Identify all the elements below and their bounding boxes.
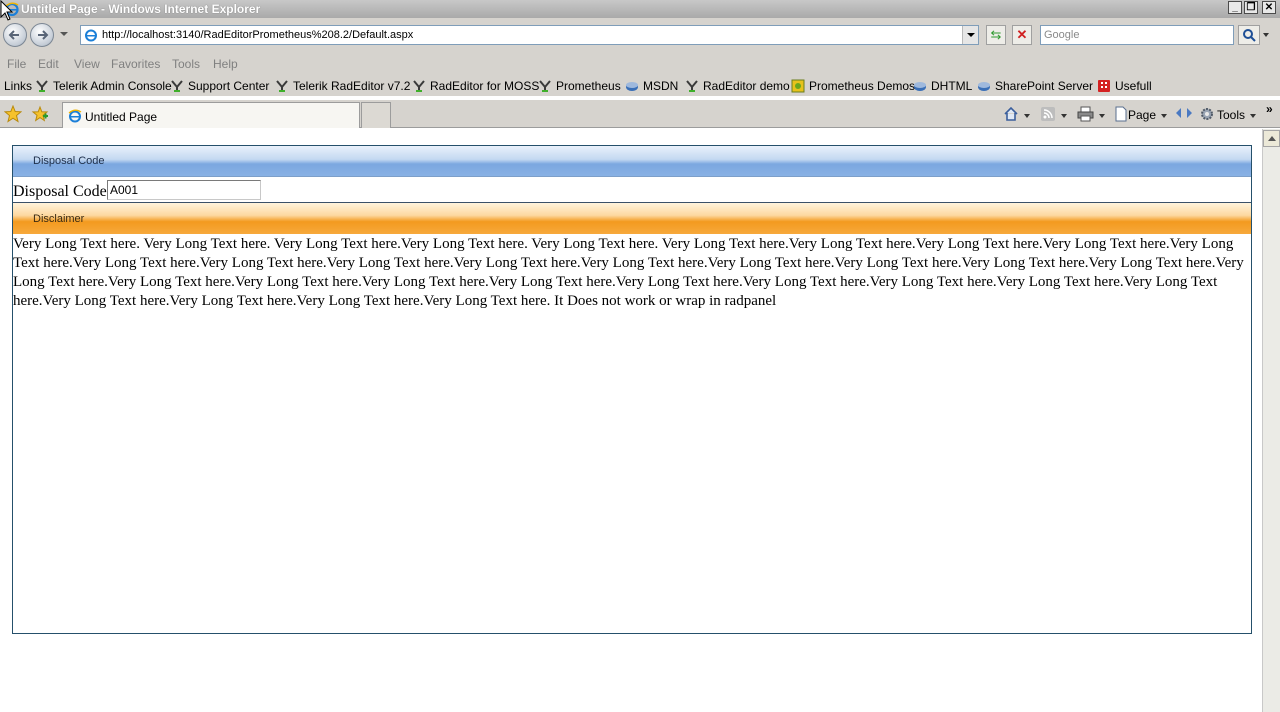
menu-view[interactable]: View — [74, 57, 100, 71]
link-label: Usefull — [1115, 79, 1152, 93]
more-toolbar-chevron-icon[interactable]: » — [1266, 102, 1273, 116]
page-menu-label: Page — [1128, 108, 1157, 122]
add-favorite-icon[interactable] — [31, 105, 49, 123]
link-label: Support Center — [188, 79, 270, 93]
home-icon — [1004, 106, 1018, 121]
link-label: RadEditor demo — [703, 79, 790, 93]
address-dropdown-button[interactable] — [962, 26, 978, 44]
favorites-star-icon[interactable] — [4, 105, 22, 123]
link-radeditor-demo[interactable]: RadEditor demo — [685, 78, 790, 94]
link-msdn[interactable]: MSDN — [625, 78, 678, 94]
panel-header-label: Disposal Code — [33, 155, 105, 167]
back-arrow-icon — [8, 30, 19, 40]
disposal-code-row: Disposal Code — [13, 177, 1251, 202]
search-icon — [1243, 29, 1256, 42]
tools-menu-button[interactable]: Tools — [1199, 106, 1257, 123]
telerik-icon — [36, 80, 48, 92]
scroll-up-button[interactable] — [1263, 130, 1280, 147]
refresh-button[interactable]: ⇆ — [986, 25, 1006, 45]
research-icon — [1176, 108, 1192, 118]
search-button[interactable] — [1238, 25, 1260, 45]
link-sharepoint-server[interactable]: SharePoint Server — [977, 78, 1093, 94]
link-label: Prometheus Demos — [809, 79, 916, 93]
page-viewport: Disposal Code Disposal Code Disclaimer V… — [0, 129, 1262, 712]
back-button[interactable] — [3, 23, 27, 47]
links-bar: Links Telerik Admin Console Support Cent… — [0, 74, 1280, 96]
link-prometheus[interactable]: Prometheus — [538, 78, 621, 94]
forward-arrow-icon — [38, 30, 49, 40]
tab-untitled-page[interactable]: Untitled Page — [62, 102, 360, 128]
restore-button[interactable]: ❐ — [1244, 1, 1258, 14]
address-bar[interactable]: http://localhost:3140/RadEditorPrometheu… — [80, 25, 979, 45]
address-toolbar: http://localhost:3140/RadEditorPrometheu… — [0, 18, 1280, 54]
menu-edit[interactable]: Edit — [38, 57, 59, 71]
gear-icon — [1201, 108, 1213, 120]
print-icon — [1077, 106, 1094, 122]
stop-button[interactable]: ✕ — [1012, 25, 1032, 45]
address-url: http://localhost:3140/RadEditorPrometheu… — [102, 29, 414, 41]
page-icon — [85, 29, 97, 42]
panel-header-label: Disclaimer — [33, 213, 85, 225]
menu-file[interactable]: File — [7, 57, 26, 71]
telerik-icon — [171, 80, 183, 92]
recent-pages-dropdown[interactable] — [60, 32, 68, 36]
telerik-icon — [686, 80, 698, 92]
red-page-icon — [1098, 80, 1110, 92]
window-title-bar[interactable]: Untitled Page - Windows Internet Explore… — [0, 0, 1280, 18]
search-input[interactable]: Google — [1040, 25, 1234, 45]
panel-header-disclaimer[interactable]: Disclaimer — [13, 202, 1251, 234]
disclaimer-text: Very Long Text here. Very Long Text here… — [13, 236, 1244, 309]
minimize-button[interactable]: _ — [1228, 1, 1242, 14]
disposal-code-label: Disposal Code — [13, 183, 107, 200]
tools-menu-label: Tools — [1217, 108, 1246, 122]
close-button[interactable]: ✕ — [1262, 1, 1276, 14]
tab-bar: Untitled Page Page Tools — [0, 100, 1280, 128]
link-label: MSDN — [643, 79, 679, 93]
link-support-center[interactable]: Support Center — [170, 78, 269, 94]
link-label: Telerik Admin Console — [53, 79, 172, 93]
page-icon — [1115, 106, 1127, 122]
link-telerik-admin-console[interactable]: Telerik Admin Console — [35, 78, 172, 94]
menu-favorites[interactable]: Favorites — [111, 57, 160, 71]
link-label: DHTML — [931, 79, 973, 93]
msdn-icon — [626, 82, 638, 91]
link-label: RadEditor for MOSS — [430, 79, 540, 93]
telerik-icon — [413, 80, 425, 92]
link-label: Telerik RadEditor v7.2 — [293, 79, 411, 93]
tab-label: Untitled Page — [85, 110, 158, 124]
page-menu-button[interactable]: Page — [1114, 106, 1168, 123]
telerik-icon — [539, 80, 551, 92]
research-button[interactable] — [1175, 106, 1193, 122]
panel-header-disposal-code[interactable]: Disposal Code — [13, 146, 1251, 177]
msdn-icon — [978, 82, 990, 91]
mouse-cursor-icon — [0, 0, 14, 21]
menu-bar: File Edit View Favorites Tools Help — [0, 54, 1280, 74]
links-label: Links — [4, 79, 33, 93]
link-label: Prometheus — [556, 79, 621, 93]
search-options-dropdown[interactable] — [1263, 33, 1269, 37]
new-tab-button[interactable] — [361, 102, 391, 128]
msdn-icon — [914, 82, 926, 91]
print-button[interactable] — [1077, 106, 1105, 123]
disposal-code-input[interactable] — [107, 180, 261, 200]
link-prometheus-demos[interactable]: Prometheus Demos — [791, 78, 915, 94]
link-telerik-radeditor-v72[interactable]: Telerik RadEditor v7.2 — [275, 78, 410, 94]
link-label: SharePoint Server — [995, 79, 1094, 93]
telerik-icon — [276, 80, 288, 92]
rad-panelbar: Disposal Code Disposal Code Disclaimer V… — [12, 145, 1252, 634]
link-radeditor-for-moss[interactable]: RadEditor for MOSS — [412, 78, 539, 94]
link-usefull[interactable]: Usefull — [1097, 78, 1152, 94]
feeds-button[interactable] — [1040, 106, 1067, 123]
home-button[interactable] — [1003, 106, 1030, 123]
link-dhtml[interactable]: DHTML — [913, 78, 972, 94]
menu-help[interactable]: Help — [213, 57, 238, 71]
demos-icon — [791, 79, 805, 93]
menu-tools[interactable]: Tools — [172, 57, 200, 71]
internet-explorer-icon — [68, 109, 82, 123]
forward-button[interactable] — [30, 23, 54, 47]
vertical-scrollbar[interactable] — [1262, 129, 1280, 712]
rss-feed-icon — [1041, 107, 1055, 121]
window-title: Untitled Page - Windows Internet Explore… — [21, 2, 261, 16]
